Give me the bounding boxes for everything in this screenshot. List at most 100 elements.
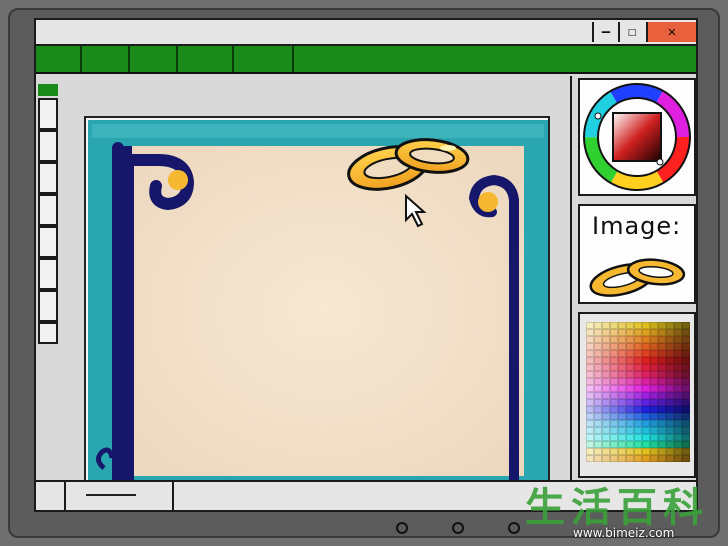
color-swatch[interactable] bbox=[658, 385, 666, 392]
color-swatch[interactable] bbox=[586, 413, 594, 420]
color-swatch[interactable] bbox=[674, 385, 682, 392]
color-swatch[interactable] bbox=[674, 364, 682, 371]
color-swatch[interactable] bbox=[658, 329, 666, 336]
color-swatch[interactable] bbox=[642, 329, 650, 336]
color-swatch[interactable] bbox=[666, 371, 674, 378]
color-swatch[interactable] bbox=[610, 399, 618, 406]
color-swatch[interactable] bbox=[586, 455, 594, 462]
color-swatch[interactable] bbox=[682, 343, 690, 350]
menu-tab-4[interactable] bbox=[178, 46, 234, 72]
color-swatch[interactable] bbox=[666, 455, 674, 462]
color-swatch[interactable] bbox=[658, 357, 666, 364]
color-swatch[interactable] bbox=[634, 441, 642, 448]
menu-tab-1[interactable] bbox=[36, 46, 82, 72]
color-wheel-icon[interactable] bbox=[580, 80, 694, 194]
color-swatch[interactable] bbox=[610, 350, 618, 357]
color-swatch[interactable] bbox=[658, 371, 666, 378]
color-swatch[interactable] bbox=[650, 413, 658, 420]
color-swatch[interactable] bbox=[602, 434, 610, 441]
color-swatch[interactable] bbox=[666, 406, 674, 413]
color-swatch[interactable] bbox=[594, 378, 602, 385]
close-button[interactable]: ✕ bbox=[646, 22, 696, 42]
color-swatch[interactable] bbox=[602, 371, 610, 378]
color-swatch[interactable] bbox=[594, 406, 602, 413]
color-swatch[interactable] bbox=[586, 406, 594, 413]
color-swatch[interactable] bbox=[626, 364, 634, 371]
color-swatch[interactable] bbox=[650, 385, 658, 392]
color-swatch[interactable] bbox=[666, 343, 674, 350]
color-swatch[interactable] bbox=[674, 378, 682, 385]
color-swatch[interactable] bbox=[650, 336, 658, 343]
color-swatch[interactable] bbox=[674, 434, 682, 441]
color-swatch[interactable] bbox=[618, 336, 626, 343]
color-swatch[interactable] bbox=[642, 420, 650, 427]
tool-slot-4[interactable] bbox=[38, 194, 58, 226]
color-swatch[interactable] bbox=[610, 420, 618, 427]
drawing-canvas[interactable] bbox=[84, 116, 550, 482]
color-swatch[interactable] bbox=[610, 336, 618, 343]
color-swatch[interactable] bbox=[642, 343, 650, 350]
color-swatch[interactable] bbox=[674, 420, 682, 427]
color-swatch[interactable] bbox=[618, 427, 626, 434]
color-swatch[interactable] bbox=[602, 364, 610, 371]
color-swatch[interactable] bbox=[586, 364, 594, 371]
color-swatch[interactable] bbox=[610, 434, 618, 441]
color-swatch[interactable] bbox=[610, 413, 618, 420]
color-swatch[interactable] bbox=[658, 378, 666, 385]
color-swatch[interactable] bbox=[586, 441, 594, 448]
color-swatch[interactable] bbox=[626, 350, 634, 357]
menu-tab-2[interactable] bbox=[82, 46, 130, 72]
color-swatch[interactable] bbox=[642, 455, 650, 462]
color-swatch[interactable] bbox=[594, 343, 602, 350]
color-swatch[interactable] bbox=[586, 371, 594, 378]
color-swatch[interactable] bbox=[642, 441, 650, 448]
color-swatch[interactable] bbox=[674, 399, 682, 406]
color-swatch[interactable] bbox=[618, 378, 626, 385]
color-swatch[interactable] bbox=[594, 427, 602, 434]
color-swatch[interactable] bbox=[674, 392, 682, 399]
color-swatch[interactable] bbox=[594, 385, 602, 392]
tool-slot-3[interactable] bbox=[38, 162, 58, 194]
color-swatch[interactable] bbox=[674, 371, 682, 378]
color-swatch[interactable] bbox=[618, 343, 626, 350]
color-swatch[interactable] bbox=[658, 336, 666, 343]
tool-slot-8[interactable] bbox=[38, 322, 58, 344]
color-swatch[interactable] bbox=[626, 399, 634, 406]
color-swatch[interactable] bbox=[650, 455, 658, 462]
color-swatch[interactable] bbox=[602, 322, 610, 329]
color-swatch[interactable] bbox=[674, 441, 682, 448]
color-swatch[interactable] bbox=[594, 448, 602, 455]
color-swatch[interactable] bbox=[650, 399, 658, 406]
color-swatch[interactable] bbox=[666, 420, 674, 427]
color-swatch[interactable] bbox=[658, 434, 666, 441]
color-swatch[interactable] bbox=[618, 413, 626, 420]
color-swatch[interactable] bbox=[634, 322, 642, 329]
color-swatch[interactable] bbox=[666, 364, 674, 371]
color-swatch[interactable] bbox=[618, 350, 626, 357]
color-swatch[interactable] bbox=[586, 322, 594, 329]
color-swatch[interactable] bbox=[642, 399, 650, 406]
color-swatch[interactable] bbox=[658, 343, 666, 350]
monitor-button-2[interactable] bbox=[452, 522, 464, 534]
color-swatch[interactable] bbox=[642, 364, 650, 371]
color-swatch[interactable] bbox=[682, 378, 690, 385]
tool-slot-2[interactable] bbox=[38, 130, 58, 162]
color-swatch[interactable] bbox=[642, 427, 650, 434]
color-swatch[interactable] bbox=[586, 420, 594, 427]
color-swatch[interactable] bbox=[586, 385, 594, 392]
color-swatch[interactable] bbox=[610, 385, 618, 392]
color-swatch[interactable] bbox=[658, 392, 666, 399]
color-swatch[interactable] bbox=[650, 427, 658, 434]
color-swatch[interactable] bbox=[642, 434, 650, 441]
color-swatch[interactable] bbox=[626, 448, 634, 455]
color-swatch[interactable] bbox=[594, 322, 602, 329]
color-swatch[interactable] bbox=[682, 322, 690, 329]
color-swatch[interactable] bbox=[610, 329, 618, 336]
color-swatch[interactable] bbox=[634, 392, 642, 399]
color-swatch[interactable] bbox=[666, 399, 674, 406]
color-swatch[interactable] bbox=[626, 343, 634, 350]
color-swatch[interactable] bbox=[658, 413, 666, 420]
color-swatch[interactable] bbox=[682, 413, 690, 420]
color-swatch[interactable] bbox=[634, 336, 642, 343]
color-swatch[interactable] bbox=[626, 420, 634, 427]
